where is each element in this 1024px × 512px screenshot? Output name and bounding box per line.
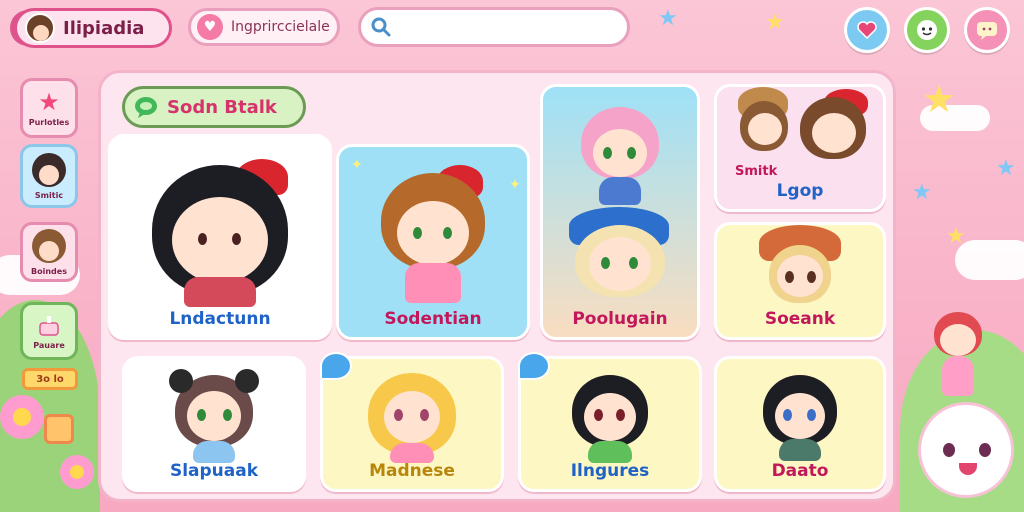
star-icon: ★ — [38, 87, 60, 116]
character-portrait — [140, 155, 300, 307]
sidebar-item-label: Purlotles — [28, 117, 70, 127]
sidebar-item-label: Boindes — [31, 266, 67, 276]
character-portrait — [364, 369, 460, 463]
character-name: Lgop — [776, 181, 824, 201]
message-bubble-icon[interactable] — [320, 352, 352, 380]
chip-label: Sodn Btalk — [167, 96, 277, 118]
heart-icon: ♥ — [197, 14, 223, 40]
character-name: Soeank — [764, 309, 836, 329]
star-icon: ★ — [946, 224, 966, 249]
character-card[interactable]: Ilngures — [518, 356, 702, 492]
character-name: Poolugain — [572, 309, 668, 329]
avatar-icon — [32, 152, 66, 187]
character-portrait — [169, 369, 259, 463]
character-card[interactable]: Poolugain — [540, 84, 700, 340]
gift-icon[interactable] — [44, 414, 74, 444]
sidebar-item-2[interactable]: Boindes — [20, 222, 78, 282]
character-portrait — [565, 107, 675, 307]
character-card[interactable]: Lndactunn — [108, 134, 332, 340]
search-bar[interactable] — [358, 7, 630, 47]
chat-icon — [977, 22, 997, 40]
sidebar-item-0[interactable]: ★ Purlotles — [20, 78, 78, 138]
sidebar-item-4[interactable]: 3o lo — [22, 368, 78, 390]
flower — [0, 395, 44, 439]
character-card[interactable]: Soeank — [714, 222, 886, 340]
avatar — [25, 13, 55, 43]
flower — [60, 455, 94, 489]
character-card[interactable]: Slapuaak — [122, 356, 306, 492]
heart-icon — [857, 21, 877, 40]
friends-button[interactable] — [904, 7, 950, 53]
character-card[interactable]: Smitk Lgop — [714, 84, 886, 212]
star-icon: ★ — [922, 77, 957, 121]
chat-bubble-icon — [135, 97, 157, 118]
character-portrait — [755, 369, 845, 461]
character-name: Sodentian — [384, 309, 482, 329]
app-badge[interactable]: Ilipiadia — [14, 8, 172, 48]
star-icon: ★ — [996, 156, 1016, 181]
character-name: Slapuaak — [169, 461, 259, 481]
character-portrait — [755, 225, 845, 309]
messages-button[interactable] — [964, 7, 1010, 53]
sparkle-icon: ✦ — [351, 157, 363, 173]
character-card[interactable]: Daato — [714, 356, 886, 492]
face-icon — [917, 20, 937, 40]
app-title: Ilipiadia — [63, 17, 145, 39]
avatar-icon — [32, 228, 66, 263]
character-portrait — [562, 369, 658, 463]
sidebar-item-1[interactable]: Smitic — [20, 144, 78, 208]
character-portrait — [730, 87, 870, 166]
character-portrait — [373, 165, 493, 305]
sidebar-item-label: Smitic — [34, 190, 64, 200]
character-name: Smitk — [735, 164, 778, 179]
message-bubble-icon[interactable] — [518, 352, 550, 380]
star-icon: ★ — [912, 180, 932, 205]
sparkle-icon: ✦ — [509, 177, 521, 193]
search-icon[interactable] — [371, 17, 391, 37]
corner-character — [928, 312, 988, 412]
mascot — [918, 402, 1014, 498]
cake-icon — [39, 315, 59, 336]
sidebar-item-label: Pauare — [33, 340, 65, 350]
character-name: Ilngures — [570, 461, 650, 481]
character-card[interactable]: ✦ ✦ Sodentian — [336, 144, 530, 340]
top-bar: Ilipiadia ♥ Ingprirccielale — [0, 0, 1024, 60]
panel-chip[interactable]: Sodn Btalk — [122, 86, 306, 128]
character-name: Daato — [771, 461, 829, 481]
search-input[interactable] — [399, 19, 619, 35]
tab-favorites[interactable]: ♥ Ingprirccielale — [188, 8, 340, 46]
character-name: Lndactunn — [169, 309, 271, 329]
favorites-button[interactable] — [844, 7, 890, 53]
sidebar-item-label: 3o lo — [36, 373, 64, 385]
sidebar-item-3[interactable]: Pauare — [20, 302, 78, 360]
character-name: Madnese — [369, 461, 455, 481]
tab-label: Ingprirccielale — [231, 19, 330, 35]
character-card[interactable]: Madnese — [320, 356, 504, 492]
